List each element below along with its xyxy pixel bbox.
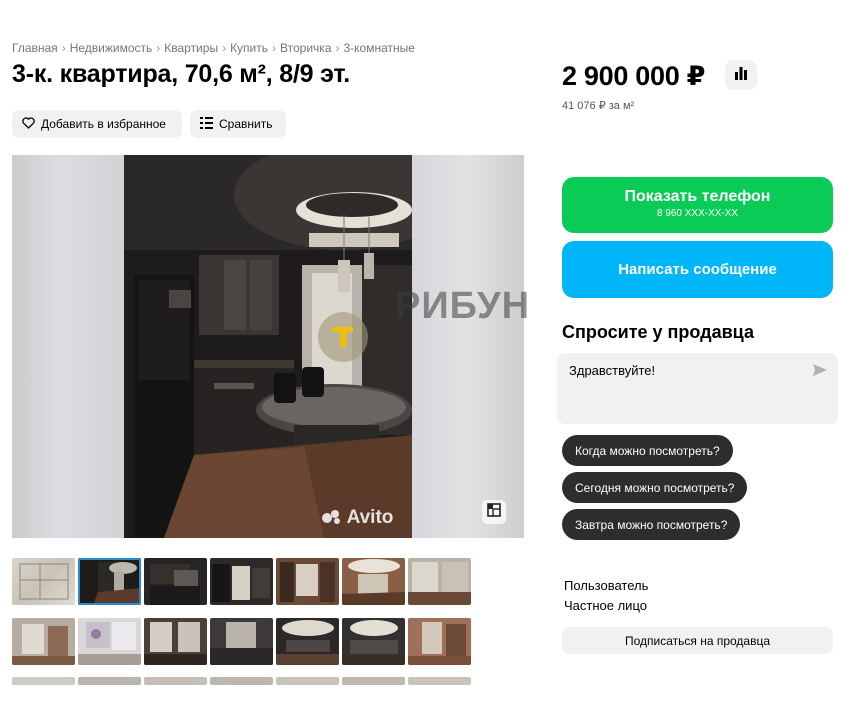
thumbnail[interactable] — [78, 618, 141, 665]
avito-logo-icon — [322, 507, 347, 528]
thumbnail[interactable] — [210, 677, 273, 685]
thumbnail[interactable] — [210, 618, 273, 665]
gallery-blur-right — [412, 155, 524, 538]
photo-gallery[interactable] — [12, 155, 524, 538]
price-per-m2: 41 076 ₽ за м² — [562, 100, 635, 112]
thumbnail[interactable] — [12, 677, 75, 685]
thumbnail[interactable] — [12, 558, 75, 605]
listing-title: 3-к. квартира, 70,6 м², 8/9 эт. — [12, 60, 350, 88]
add-to-favorites-label: Добавить в избранное — [41, 117, 166, 131]
thumbnail[interactable] — [276, 558, 339, 605]
main-photo[interactable] — [124, 155, 412, 538]
seller-kind: Частное лицо — [564, 598, 647, 613]
gallery-blur-left — [12, 155, 124, 538]
compare-icon — [200, 116, 213, 132]
seller-type[interactable]: Пользователь — [564, 578, 648, 593]
thumbnail[interactable] — [408, 558, 471, 605]
breadcrumb-link-3room[interactable]: 3-комнатные — [343, 41, 414, 55]
thumbnail[interactable] — [408, 618, 471, 665]
compare-button[interactable]: Сравнить — [190, 110, 286, 138]
fullscreen-button[interactable] — [482, 500, 506, 524]
thumbnail[interactable] — [408, 677, 471, 685]
write-message-button[interactable]: Написать сообщение — [562, 241, 833, 298]
thumbnail[interactable] — [210, 558, 273, 605]
show-phone-button[interactable]: Показать телефон 8 960 XXX-XX-XX — [562, 177, 833, 233]
heart-icon — [22, 116, 35, 132]
watermark-logo — [318, 312, 368, 362]
avito-watermark: Avito — [322, 507, 393, 529]
thumbnail[interactable] — [78, 677, 141, 685]
breadcrumb-link-realty[interactable]: Недвижимость — [70, 41, 153, 55]
thumbnail-row-2 — [12, 618, 476, 665]
thumbnail[interactable] — [276, 618, 339, 665]
fullscreen-icon — [487, 502, 501, 522]
send-icon[interactable] — [812, 363, 828, 380]
quick-question-chip[interactable]: Когда можно посмотреть? — [562, 435, 733, 466]
thumbnail[interactable] — [144, 677, 207, 685]
thumbnail[interactable] — [144, 558, 207, 605]
breadcrumb-link-secondary[interactable]: Вторичка — [280, 41, 331, 55]
breadcrumb-link-home[interactable]: Главная — [12, 41, 58, 55]
thumbnail[interactable] — [276, 677, 339, 685]
phone-masked: 8 960 XXX-XX-XX — [656, 208, 739, 219]
breadcrumb-link-buy[interactable]: Купить — [230, 41, 268, 55]
price-history-button[interactable] — [725, 60, 757, 90]
thumbnail-row-1 — [12, 558, 476, 605]
ask-seller-input-value: Здравствуйте! — [569, 363, 656, 378]
avito-watermark-label: Avito — [346, 507, 394, 528]
show-phone-label: Показать телефон — [624, 188, 771, 205]
thumbnail[interactable] — [342, 677, 405, 685]
thumbnail[interactable] — [12, 618, 75, 665]
quick-question-chip[interactable]: Сегодня можно посмотреть? — [562, 472, 748, 503]
thumbnail-selected[interactable] — [78, 558, 141, 605]
breadcrumb: Главная › Недвижимость › Квартиры › Купить › Вто… — [12, 41, 415, 55]
thumbnail-row-3 — [12, 677, 476, 685]
breadcrumb-link-apartments[interactable]: Квартиры — [164, 41, 218, 55]
thumbnail[interactable] — [342, 558, 405, 605]
quick-question-chip[interactable]: Завтра можно посмотреть? — [562, 509, 741, 540]
add-to-favorites-button[interactable]: Добавить в избранное — [12, 110, 182, 138]
compare-label: Сравнить — [219, 117, 273, 131]
subscribe-to-seller-button[interactable]: Подписаться на продавца — [562, 627, 833, 654]
price: 2 900 000 ₽ — [562, 61, 706, 91]
bar-chart-icon — [734, 66, 748, 85]
thumbnail[interactable] — [342, 618, 405, 665]
watermark-text: РИБУН — [395, 285, 531, 327]
thumbnail[interactable] — [144, 618, 207, 665]
ask-seller-title: Спросите у продавца — [562, 322, 754, 342]
ask-seller-input[interactable]: Здравствуйте! — [557, 353, 838, 424]
